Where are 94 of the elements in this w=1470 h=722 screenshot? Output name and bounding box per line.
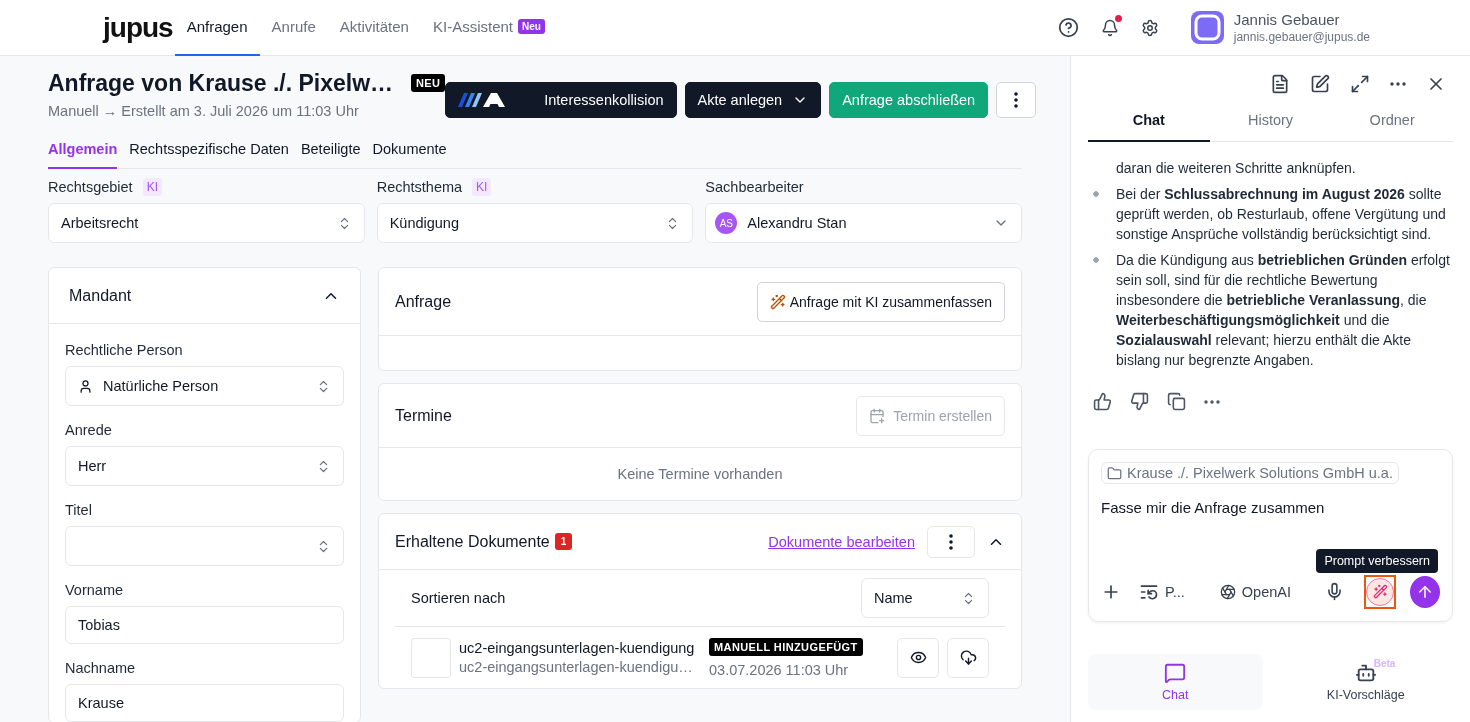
more-button[interactable] xyxy=(996,82,1037,118)
tab[interactable]: Rechtsspezifische Daten xyxy=(129,141,289,169)
new-badge: NEU xyxy=(411,74,446,92)
improve-prompt-button[interactable] xyxy=(1364,574,1396,609)
field-label: Anrede xyxy=(65,422,112,438)
kebab-icon xyxy=(1014,92,1019,108)
eye-icon xyxy=(909,649,927,666)
field-label: Vorname xyxy=(65,582,124,598)
send-button[interactable] xyxy=(1410,575,1440,608)
card-title: Mandant xyxy=(69,286,132,305)
person-icon xyxy=(78,378,93,394)
ai-badge: KI xyxy=(142,178,162,196)
expand-button[interactable] xyxy=(1350,74,1370,94)
aperture-logo-icon xyxy=(1219,583,1236,600)
input-field[interactable]: Tobias xyxy=(65,606,344,644)
dropdown-button[interactable]: Akte anlegen xyxy=(684,82,822,118)
avatar-icon[interactable] xyxy=(1190,11,1224,44)
folder-icon xyxy=(1107,465,1122,481)
new-badge: Neu xyxy=(518,19,545,34)
tab[interactable]: Beteiligte xyxy=(300,141,361,169)
sort-label: Sortieren nach xyxy=(411,590,506,606)
message-text: daran die weiteren Schritte anknüpfen. xyxy=(1115,159,1357,178)
logo[interactable]: jupus xyxy=(103,13,173,42)
edit-documents-link[interactable]: Dokumente bearbeiten xyxy=(768,533,915,550)
card-title: Termine xyxy=(395,406,452,425)
thumbs-down-button[interactable] xyxy=(1130,392,1149,411)
tooltip: Prompt verbessern xyxy=(1316,549,1438,573)
microphone-button[interactable] xyxy=(1325,582,1344,601)
prompt-select-button[interactable]: P... xyxy=(1135,581,1192,602)
tab[interactable]: Dokumente xyxy=(372,141,447,169)
bottom-tab[interactable]: Beta KI-Vorschläge xyxy=(1278,653,1453,710)
select-field[interactable]: Natürliche Person xyxy=(65,366,344,406)
field-label: Nachname xyxy=(65,660,136,676)
field-label: Rechtsgebiet xyxy=(48,179,133,195)
panel-tab[interactable]: Ordner xyxy=(1331,106,1453,142)
conflict-check-button[interactable]: Interessenkollision xyxy=(445,82,677,118)
document-button[interactable] xyxy=(1270,74,1290,94)
card-title: Erhaltene Dokumente xyxy=(395,532,550,551)
count-badge: 1 xyxy=(554,533,573,550)
copy-button[interactable] xyxy=(1167,392,1186,411)
chat-bubble-icon xyxy=(1164,661,1187,684)
select-field[interactable] xyxy=(65,526,344,566)
field-label: Rechtsthema xyxy=(376,179,463,195)
tab[interactable]: Allgemein xyxy=(48,141,118,169)
panel-tab[interactable]: History xyxy=(1209,106,1332,142)
user-name: Jannis Gebauer xyxy=(1233,11,1341,28)
file-date: 03.07.2026 11:03 Uhr xyxy=(709,662,850,678)
sort-select[interactable]: Name xyxy=(861,578,989,618)
edit-button[interactable] xyxy=(1310,74,1330,94)
nav-tab[interactable]: Aktivitäten xyxy=(327,0,421,56)
field-label: Sachbearbeiter xyxy=(705,179,804,195)
help-button[interactable] xyxy=(1057,17,1079,38)
empty-message: Keine Termine vorhanden xyxy=(616,465,784,484)
dots-icon xyxy=(1204,399,1220,404)
input-field[interactable]: Krause xyxy=(65,684,344,722)
ai-summary-button[interactable]: Anfrage mit KI zusammenfassen xyxy=(756,281,1005,322)
dots-icon xyxy=(1390,82,1406,86)
nav-tab[interactable]: Anrufe xyxy=(259,0,328,56)
model-select-button[interactable]: OpenAI xyxy=(1215,583,1295,600)
more-button[interactable] xyxy=(927,525,975,558)
beta-label: Beta xyxy=(1373,657,1396,669)
view-button[interactable] xyxy=(897,637,939,678)
wand-icon xyxy=(1372,584,1388,599)
select-field[interactable]: Herr xyxy=(65,446,344,486)
download-button[interactable] xyxy=(947,637,989,678)
chat-input-field[interactable]: Krause ./. Pixelwerk Solutions GmbH u.a. Fasse mir die Anfrage zusammen P... OpenAI Prompt verbessern xyxy=(1088,449,1453,622)
page-subtitle: Manuell → Erstellt am 3. Juli 2026 um 11:03 Uhr xyxy=(48,103,360,119)
more-button[interactable] xyxy=(1204,399,1220,404)
select-field[interactable]: Kündigung xyxy=(376,203,694,243)
thumbs-up-button[interactable] xyxy=(1093,392,1112,411)
file-name[interactable]: uc2-eingangsunterlagen-kuendigung xyxy=(459,640,699,656)
source-badge: MANUELL HINZUGEFÜGT xyxy=(709,638,863,656)
card-title: Anfrage xyxy=(395,292,452,311)
nav-tab[interactable]: KI-Assistent Neu xyxy=(420,0,557,56)
panel-tab[interactable]: Chat xyxy=(1088,106,1210,142)
document-thumbnail[interactable] xyxy=(411,637,451,678)
select-field[interactable]: Arbeitsrecht xyxy=(48,203,365,243)
calendar-plus-icon xyxy=(869,407,886,424)
context-chip[interactable]: Krause ./. Pixelwerk Solutions GmbH u.a. xyxy=(1101,462,1399,484)
bottom-tab[interactable]: Chat xyxy=(1088,653,1263,710)
avatar-initials: AS xyxy=(715,212,738,234)
wand-icon xyxy=(769,293,786,310)
select-field[interactable]: AS Alexandru Stan xyxy=(705,203,1022,243)
kebab-icon xyxy=(949,533,953,550)
more-button[interactable] xyxy=(1390,82,1406,86)
user-email: jannis.gebauer@jupus.de xyxy=(1233,30,1370,44)
field-label: Titel xyxy=(65,502,92,518)
cloud-download-icon xyxy=(959,649,977,666)
field-label: Rechtliche Person xyxy=(65,342,183,358)
file-subtitle: uc2-eingangsunterlagen-kuendigu… xyxy=(459,659,694,675)
ai-badge: KI xyxy=(472,178,492,196)
page-title: Anfrage von Krause ./. Pixelw… xyxy=(48,70,394,97)
notifications-button[interactable] xyxy=(1100,18,1119,37)
settings-button[interactable] xyxy=(1140,18,1159,37)
